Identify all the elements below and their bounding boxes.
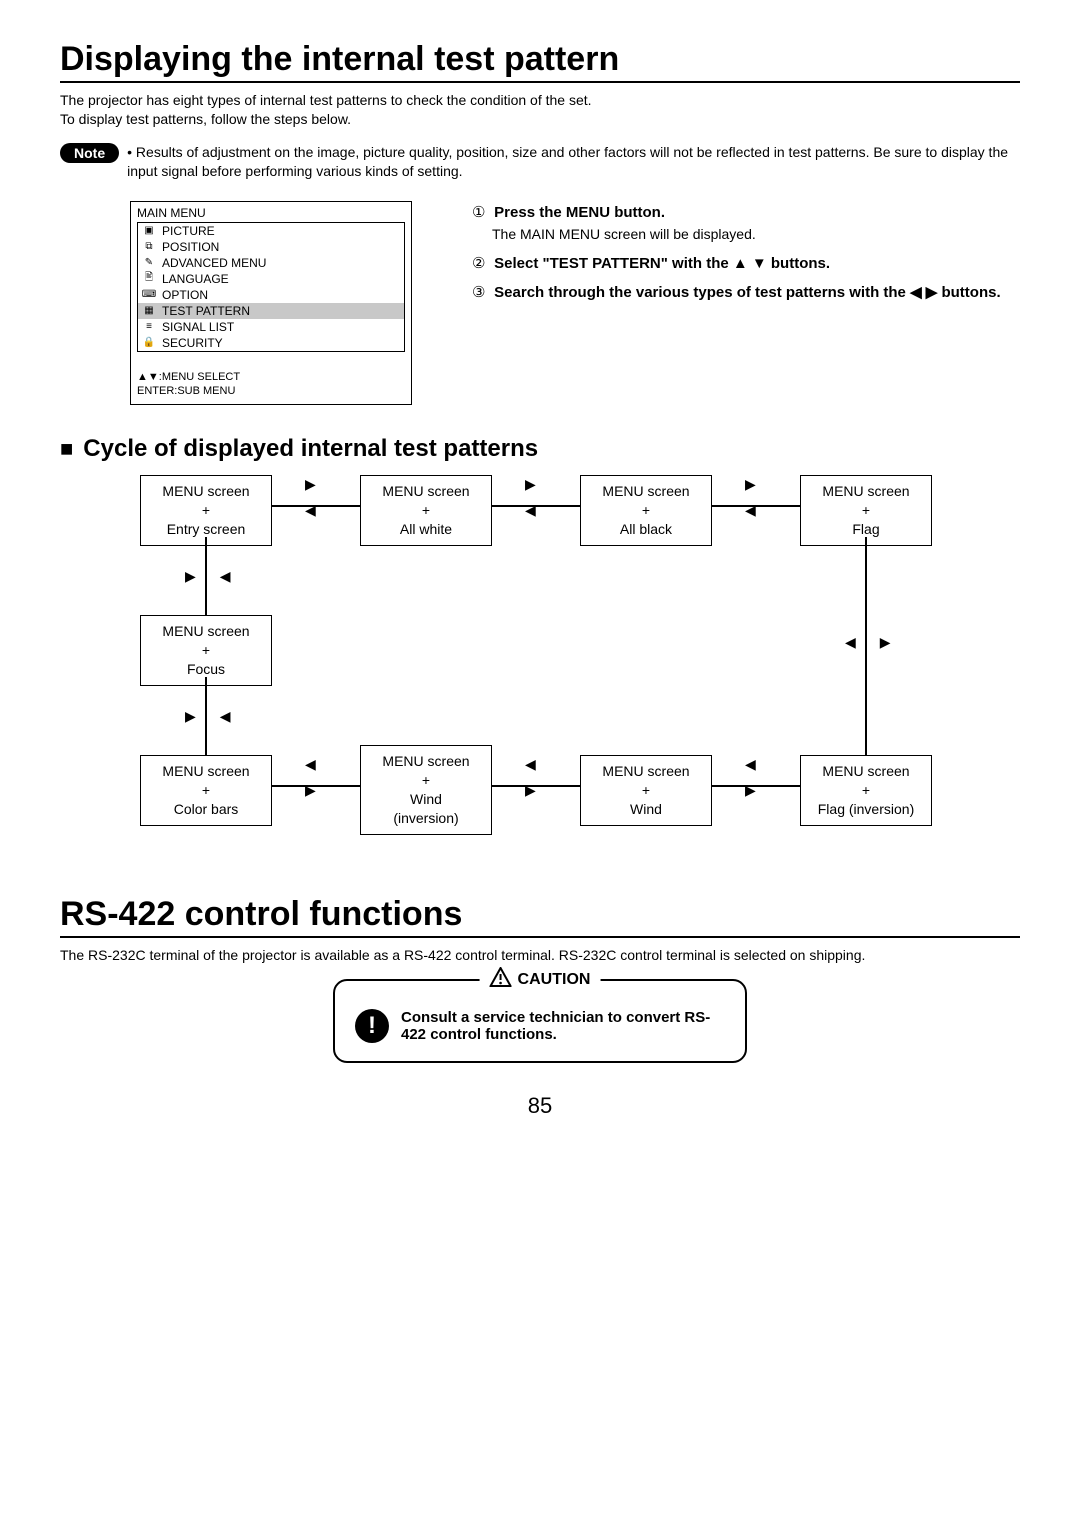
node-windinv: MENU screen+Wind(inversion) [360,745,492,835]
arrows-4-9: ◀▶ [845,635,891,649]
step-1: ① Press the MENU button. The MAIN MENU s… [472,201,1001,246]
option-icon: ⌨ [142,290,156,300]
menu-hint-2: ENTER:SUB MENU [137,384,405,398]
node-flag: MENU screen+Flag [800,475,932,546]
arrows-5-6: ▶◀ [185,709,231,723]
menu-hints: ▲▼:MENU SELECT ENTER:SUB MENU [131,352,411,405]
step-3-num: ③ [472,281,490,304]
caution-box: CAUTION ! Consult a service technician t… [333,979,747,1063]
arrows-3-4: ▶◀ [745,477,756,517]
cycle-diagram: MENU screen+Entry screen MENU screen+All… [120,475,960,865]
menu-item-option[interactable]: ⌨OPTION [138,287,404,303]
main-menu-title: MAIN MENU [131,202,411,220]
picture-icon: ▣ [142,226,156,236]
step-1-num: ① [472,201,490,224]
arrows-1-2: ▶◀ [305,477,316,517]
caution-label-text: CAUTION [518,971,591,989]
caution-label: CAUTION [480,967,601,992]
position-icon: ⧉ [142,242,156,252]
warning-triangle-icon [490,967,512,992]
step-3: ③ Search through the various types of te… [472,281,1001,304]
main-menu-box: MAIN MENU ▣PICTURE ⧉POSITION ✎ADVANCED M… [130,201,412,406]
menu-item-advanced[interactable]: ✎ADVANCED MENU [138,255,404,271]
caution-text: Consult a service technician to convert … [401,1009,725,1043]
arrows-7-8: ◀▶ [525,757,536,797]
advanced-icon: ✎ [142,258,156,268]
menu-item-signal-list[interactable]: ≡SIGNAL LIST [138,319,404,335]
node-colorbars: MENU screen+Color bars [140,755,272,826]
page-number: 85 [60,1093,1020,1119]
arrows-6-7: ◀▶ [305,757,316,797]
step-3-title: Search through the various types of test… [494,284,1000,301]
note-block: Note • Results of adjustment on the imag… [60,143,1020,181]
step-2: ② Select "TEST PATTERN" with the ▲ ▼ but… [472,252,1001,275]
node-allblack: MENU screen+All black [580,475,712,546]
step-2-title: Select "TEST PATTERN" with the ▲ ▼ butto… [494,255,830,272]
language-icon: 🖹 [142,274,156,284]
security-icon: 🔒 [142,338,156,348]
node-allwhite: MENU screen+All white [360,475,492,546]
menu-item-test-pattern[interactable]: ▦TEST PATTERN [138,303,404,319]
intro-line-2: To display test patterns, follow the ste… [60,110,1020,129]
menu-item-language[interactable]: 🖹LANGUAGE [138,271,404,287]
step-1-sub: The MAIN MENU screen will be displayed. [492,224,1001,246]
signal-icon: ≡ [142,322,156,332]
exclamation-icon: ! [355,1009,389,1043]
arrows-1-5: ▶◀ [185,569,231,583]
menu-item-position[interactable]: ⧉POSITION [138,239,404,255]
menu-hint-1: ▲▼:MENU SELECT [137,370,405,384]
arrows-2-3: ▶◀ [525,477,536,517]
node-focus: MENU screen+Focus [140,615,272,686]
arrows-8-9: ◀▶ [745,757,756,797]
section-title: Displaying the internal test pattern [60,40,1020,83]
cycle-heading: Cycle of displayed internal test pattern… [60,435,1020,463]
step-1-title: Press the MENU button. [494,204,665,221]
node-entry: MENU screen+Entry screen [140,475,272,546]
section2-intro: The RS-232C terminal of the projector is… [60,946,1020,965]
note-text: • Results of adjustment on the image, pi… [127,143,1020,181]
intro-text: The projector has eight types of interna… [60,91,1020,129]
note-badge: Note [60,143,119,163]
menu-item-picture[interactable]: ▣PICTURE [138,223,404,239]
node-wind: MENU screen+Wind [580,755,712,826]
step-2-num: ② [472,252,490,275]
menu-item-security[interactable]: 🔒SECURITY [138,335,404,351]
section2-title: RS-422 control functions [60,895,1020,938]
node-flaginv: MENU screen+Flag (inversion) [800,755,932,826]
testpattern-icon: ▦ [142,306,156,316]
intro-line-1: The projector has eight types of interna… [60,91,1020,110]
steps-block: ① Press the MENU button. The MAIN MENU s… [472,201,1001,406]
main-menu-items: ▣PICTURE ⧉POSITION ✎ADVANCED MENU 🖹LANGU… [137,222,405,352]
